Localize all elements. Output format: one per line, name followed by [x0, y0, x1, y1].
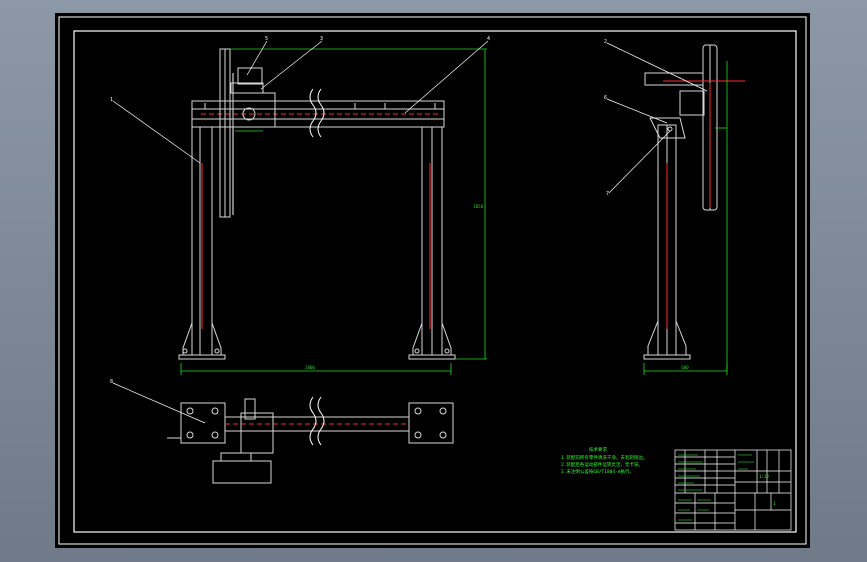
balloon-1: 1 — [110, 97, 113, 103]
dimensions — [180, 48, 728, 375]
balloon-8: 8 — [110, 379, 113, 385]
side-width-dim-text: 600 — [681, 365, 689, 370]
front-width-dim-text: 2000 — [305, 365, 315, 370]
cad-viewport[interactable]: 2000 1850 600 5 3 4 1 2 6 7 8 技术要求 1.装配前… — [0, 0, 867, 562]
notes-title: 技术要求 — [589, 446, 607, 453]
notes-line-3: 3.未注明公差按GB/T1804-m执行。 — [561, 468, 634, 475]
title-block-scale: 1:10 — [759, 474, 769, 479]
drawing-sheet: 2000 1850 600 5 3 4 1 2 6 7 8 技术要求 1.装配前… — [55, 13, 810, 548]
notes-line-1: 1.装配前所有零件清洗干净，去毛刺锐边。 — [561, 454, 647, 461]
balloon-3: 3 — [320, 36, 323, 42]
balloon-2: 2 — [604, 39, 607, 45]
title-block-sheet: 1 — [773, 501, 776, 506]
drawing-canvas: 2000 1850 600 5 3 4 1 2 6 7 8 技术要求 1.装配前… — [58, 16, 807, 545]
top-motor — [212, 460, 272, 484]
balloon-7: 7 — [606, 191, 609, 197]
balloon-6: 6 — [604, 95, 607, 101]
technical-notes: 技术要求 1.装配前所有零件清洗干净，去毛刺锐边。 2.装配后各运动部件运转灵活… — [561, 446, 647, 475]
top-view — [167, 396, 454, 484]
balloon-5: 5 — [265, 36, 268, 42]
notes-line-2: 2.装配后各运动部件运转灵活，无卡滞。 — [561, 461, 643, 468]
front-view — [178, 48, 456, 360]
balloon-4: 4 — [487, 36, 490, 42]
front-height-dim-text: 1850 — [473, 204, 483, 209]
side-view — [643, 44, 745, 360]
